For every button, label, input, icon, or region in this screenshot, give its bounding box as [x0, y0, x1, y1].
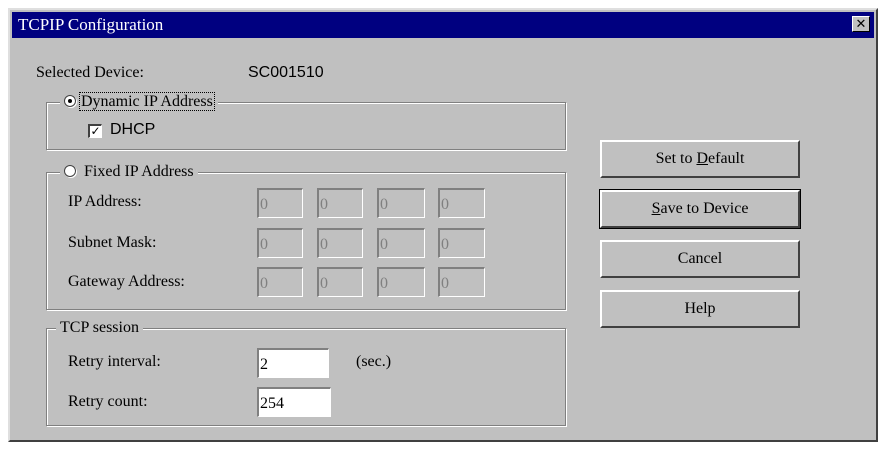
retry-count-input[interactable] — [257, 387, 331, 417]
ip-octet-3[interactable] — [377, 188, 425, 218]
set-to-default-text-post: efault — [708, 150, 745, 167]
radio-dot-icon — [64, 95, 76, 107]
close-button[interactable]: ✕ — [852, 16, 870, 32]
subnet-octet-4[interactable] — [438, 228, 485, 258]
retry-interval-input[interactable] — [257, 348, 329, 378]
ip-octet-2[interactable] — [317, 188, 363, 218]
fixed-ip-label: Fixed IP Address — [84, 163, 194, 180]
fixed-ip-radio[interactable]: Fixed IP Address — [60, 162, 198, 182]
close-icon: ✕ — [855, 17, 867, 32]
selected-device-value: SC001510 — [248, 64, 324, 81]
title-bar[interactable]: TCPIP Configuration ✕ — [12, 12, 874, 38]
ip-octet-4[interactable] — [438, 188, 485, 218]
dynamic-ip-label: Dynamic IP Address — [79, 92, 215, 111]
save-to-device-text-post: ave to Device — [660, 200, 749, 217]
help-button[interactable]: Help — [600, 290, 800, 328]
retry-count-label: Retry count: — [68, 393, 148, 410]
gateway-octet-1[interactable] — [257, 267, 303, 297]
subnet-octet-1[interactable] — [257, 228, 303, 258]
gateway-address-label: Gateway Address: — [68, 273, 185, 290]
cancel-button[interactable]: Cancel — [600, 240, 800, 278]
subnet-octet-2[interactable] — [317, 228, 363, 258]
retry-interval-unit: (sec.) — [356, 353, 392, 370]
radio-empty-icon — [64, 165, 76, 177]
selected-device-label: Selected Device: — [36, 64, 144, 81]
ip-address-label: IP Address: — [68, 193, 142, 210]
save-to-device-button[interactable]: Save to Device — [599, 189, 801, 229]
checkmark-icon: ✓ — [90, 124, 101, 138]
gateway-octet-4[interactable] — [438, 267, 485, 297]
set-to-default-button[interactable]: Set to Default — [600, 140, 800, 178]
dynamic-ip-radio[interactable]: Dynamic IP Address — [60, 92, 218, 112]
dhcp-label: DHCP — [110, 121, 156, 138]
set-to-default-accel: D — [696, 150, 709, 167]
dhcp-checkbox[interactable]: ✓ — [88, 124, 102, 138]
subnet-mask-label: Subnet Mask: — [68, 234, 157, 251]
subnet-octet-3[interactable] — [377, 228, 425, 258]
tcp-session-title: TCP session — [56, 318, 143, 338]
tcpip-config-dialog: TCPIP Configuration ✕ Selected Device: S… — [8, 8, 878, 442]
ip-octet-1[interactable] — [257, 188, 303, 218]
gateway-octet-3[interactable] — [377, 267, 425, 297]
retry-interval-label: Retry interval: — [68, 353, 161, 370]
set-to-default-text-pre: Set to — [655, 150, 697, 167]
window-title: TCPIP Configuration — [18, 15, 164, 34]
gateway-octet-2[interactable] — [317, 267, 363, 297]
